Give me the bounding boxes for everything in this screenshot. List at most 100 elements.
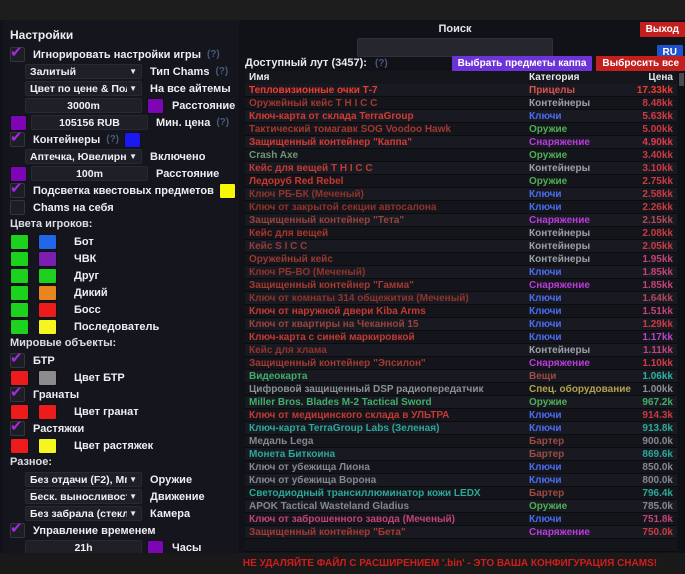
loot-row[interactable]: Ключ-карта от склада TerraGroupКлючи5.63… <box>245 110 677 123</box>
loot-row[interactable]: Кейс S I C CКонтейнеры2.05kk <box>245 240 677 253</box>
loot-row[interactable]: ВидеокартаВещи1.06kk <box>245 370 677 383</box>
color-friend-swatch-1[interactable] <box>10 268 29 284</box>
loot-row[interactable]: Ключ от комнаты 314 общежития (Меченый)К… <box>245 292 677 305</box>
chams-type-label: Тип Chams <box>150 66 209 78</box>
item-price: 1.51kk <box>629 306 677 317</box>
loot-row[interactable]: Crash AxeОружие3.40kk <box>245 149 677 162</box>
loot-row[interactable]: Медаль LegaБартер900.0k <box>245 435 677 448</box>
loot-row[interactable]: Оружейный кейс T H I C CКонтейнеры8.48kk <box>245 97 677 110</box>
checkbox-tripwires[interactable]: ✔ <box>10 421 25 436</box>
dropdown-containers-filter[interactable]: Аптечка, Ювелирные и...▼ <box>25 149 142 164</box>
setting-all-items-mode: Цвет по цене & Пользователь▼На все айтем… <box>7 80 239 97</box>
input-containers-distance[interactable]: 100m <box>31 166 148 181</box>
loot-row[interactable]: Светодиодный трансиллюминатор кожи LEDXБ… <box>245 487 677 500</box>
checkbox-ignore-game-settings[interactable]: ✔ <box>10 47 25 62</box>
setting-btr-color: Цвет БТР <box>7 369 239 386</box>
loot-row[interactable]: Цифровой защищенный DSP радиопередатчикС… <box>245 383 677 396</box>
checkbox-quest-highlight[interactable]: ✔ <box>10 183 25 198</box>
loot-row[interactable]: Ключ от наружной двери Kiba ArmsКлючи1.5… <box>245 305 677 318</box>
loot-row[interactable]: Ключ РБ-ВО (Меченый)Ключи1.85kk <box>245 266 677 279</box>
loot-row[interactable]: Защищенный контейнер "Тета"Снаряжение2.1… <box>245 214 677 227</box>
color-bot-swatch-2[interactable] <box>38 234 57 250</box>
items-distance-color-swatch[interactable] <box>147 98 164 114</box>
loot-row[interactable]: Кейс для хламаКонтейнеры1.11kk <box>245 344 677 357</box>
time-hours-value: 21h <box>30 542 137 554</box>
dropdown-camera-mods[interactable]: Без забрала (стекло шлема)▼ <box>25 506 142 521</box>
exit-button[interactable]: Выход <box>640 22 685 37</box>
input-items-distance[interactable]: 3000m <box>25 98 142 113</box>
loot-row[interactable]: Ключ от медицинского склада в УЛЬТРАКлюч… <box>245 409 677 422</box>
grenade-color-swatch-2[interactable] <box>38 404 57 420</box>
help-icon[interactable]: (?) <box>216 117 229 128</box>
checkbox-time-control[interactable]: ✔ <box>10 523 25 538</box>
checkbox-self-chams[interactable] <box>10 200 25 215</box>
loot-row[interactable]: Монета БиткоинаБартер869.6k <box>245 448 677 461</box>
tripwire-color-swatch-1[interactable] <box>10 438 29 454</box>
select-kappa-items-button[interactable]: Выбрать предметы каппа <box>452 56 593 71</box>
loot-row[interactable]: Ключ-карта TerraGroup Labs (Зеленая)Ключ… <box>245 422 677 435</box>
loot-row[interactable]: Защищенный контейнер "Гамма"Снаряжение1.… <box>245 279 677 292</box>
loot-row[interactable]: Ключ от заброшенного завода (Меченый)Клю… <box>245 513 677 526</box>
dropdown-weapon-mods[interactable]: Без отдачи (F2), Мгновенное п▼ <box>25 472 142 487</box>
column-header-price[interactable]: Цена <box>629 72 677 83</box>
loot-row[interactable]: Ледоруб Red RebelОружие2.75kk <box>245 175 677 188</box>
color-follower-swatch-1[interactable] <box>10 319 29 335</box>
checkbox-btr[interactable]: ✔ <box>10 353 25 368</box>
color-scav-swatch-1[interactable] <box>10 285 29 301</box>
loot-row[interactable]: Тактический томагавк SOG Voodoo HawkОруж… <box>245 123 677 136</box>
loot-row[interactable]: Ключ от убежища ЛионаКлючи850.0k <box>245 461 677 474</box>
loot-row[interactable]: APOK Tactical Wasteland GladiusОружие785… <box>245 500 677 513</box>
item-price: 914.3k <box>629 410 677 421</box>
color-scav-swatch-2[interactable] <box>38 285 57 301</box>
dropdown-chams-type[interactable]: Залитый▼ <box>25 64 142 79</box>
color-bot-swatch-1[interactable] <box>10 234 29 250</box>
btr-color-swatch-2[interactable] <box>38 370 57 386</box>
item-category: Оружие <box>529 397 629 408</box>
item-name: Оружейный кейс <box>245 254 529 265</box>
loot-row[interactable]: Кейс для вещейКонтейнеры2.08kk <box>245 227 677 240</box>
loot-row[interactable]: Защищенный контейнер "Эпсилон"Снаряжение… <box>245 357 677 370</box>
loot-row[interactable]: Тепловизионные очки Т-7Прицелы17.33kk <box>245 84 677 97</box>
color-boss-swatch-2[interactable] <box>38 302 57 318</box>
item-price: 8.48kk <box>629 98 677 109</box>
color-follower-swatch-2[interactable] <box>38 319 57 335</box>
column-header-name[interactable]: Имя <box>245 72 529 83</box>
input-min-price[interactable]: 105156 RUB <box>31 115 148 130</box>
item-price: 913.8k <box>629 423 677 434</box>
help-icon[interactable]: (?) <box>106 134 119 145</box>
help-icon[interactable]: (?) <box>215 66 228 77</box>
item-name: Miller Bros. Blades M-2 Tactical Sword <box>245 397 529 408</box>
help-icon[interactable]: (?) <box>207 49 220 60</box>
loot-row[interactable]: Ключ РБ-БК (Меченый)Ключи2.58kk <box>245 188 677 201</box>
color-friend-swatch-2[interactable] <box>38 268 57 284</box>
drop-all-button[interactable]: Выбросить все <box>596 56 685 71</box>
loot-row[interactable]: Оружейный кейсКонтейнеры1.95kk <box>245 253 677 266</box>
loot-row[interactable]: Кейс для вещей T H I C CКонтейнеры3.10kk <box>245 162 677 175</box>
column-header-category[interactable]: Категория <box>529 72 629 83</box>
loot-row[interactable]: Ключ от убежища ВоронаКлючи800.0k <box>245 474 677 487</box>
item-category: Ключи <box>529 306 629 317</box>
loot-row[interactable] <box>245 539 677 552</box>
item-category: Контейнеры <box>529 98 629 109</box>
dropdown-movement-mods[interactable]: Беск. выносливость и нет уста▼ <box>25 489 142 504</box>
checkbox-grenades[interactable]: ✔ <box>10 387 25 402</box>
loot-help-icon[interactable]: (?) <box>375 58 388 69</box>
color-pmc-swatch-2[interactable] <box>38 251 57 267</box>
loot-row[interactable]: Ключ от квартиры на Чеканной 15Ключи1.29… <box>245 318 677 331</box>
scrollbar-thumb[interactable] <box>679 73 684 86</box>
loot-row[interactable]: Ключ от закрытой секции автосалонаКлючи2… <box>245 201 677 214</box>
dropdown-all-items-mode[interactable]: Цвет по цене & Пользователь▼ <box>25 81 142 96</box>
quest-highlight-label: Подсветка квестовых предметов <box>33 185 214 197</box>
checkbox-containers[interactable]: ✔ <box>10 132 25 147</box>
loot-row[interactable]: Miller Bros. Blades M-2 Tactical SwordОр… <box>245 396 677 409</box>
loot-row[interactable]: Ключ-карта с синей маркировкойКлючи1.17k… <box>245 331 677 344</box>
quest-highlight-color-swatch[interactable] <box>219 183 236 199</box>
item-name: Ключ-карта TerraGroup Labs (Зеленая) <box>245 423 529 434</box>
loot-row[interactable]: Защищенный контейнер "Бета"Снаряжение750… <box>245 526 677 539</box>
loot-row[interactable]: Защищенный контейнер "Каппа"Снаряжение4.… <box>245 136 677 149</box>
tripwire-color-swatch-2[interactable] <box>38 438 57 454</box>
table-scrollbar[interactable] <box>678 71 685 553</box>
color-pmc-swatch-1[interactable] <box>10 251 29 267</box>
color-boss-swatch-1[interactable] <box>10 302 29 318</box>
containers-color-swatch[interactable] <box>124 132 141 148</box>
